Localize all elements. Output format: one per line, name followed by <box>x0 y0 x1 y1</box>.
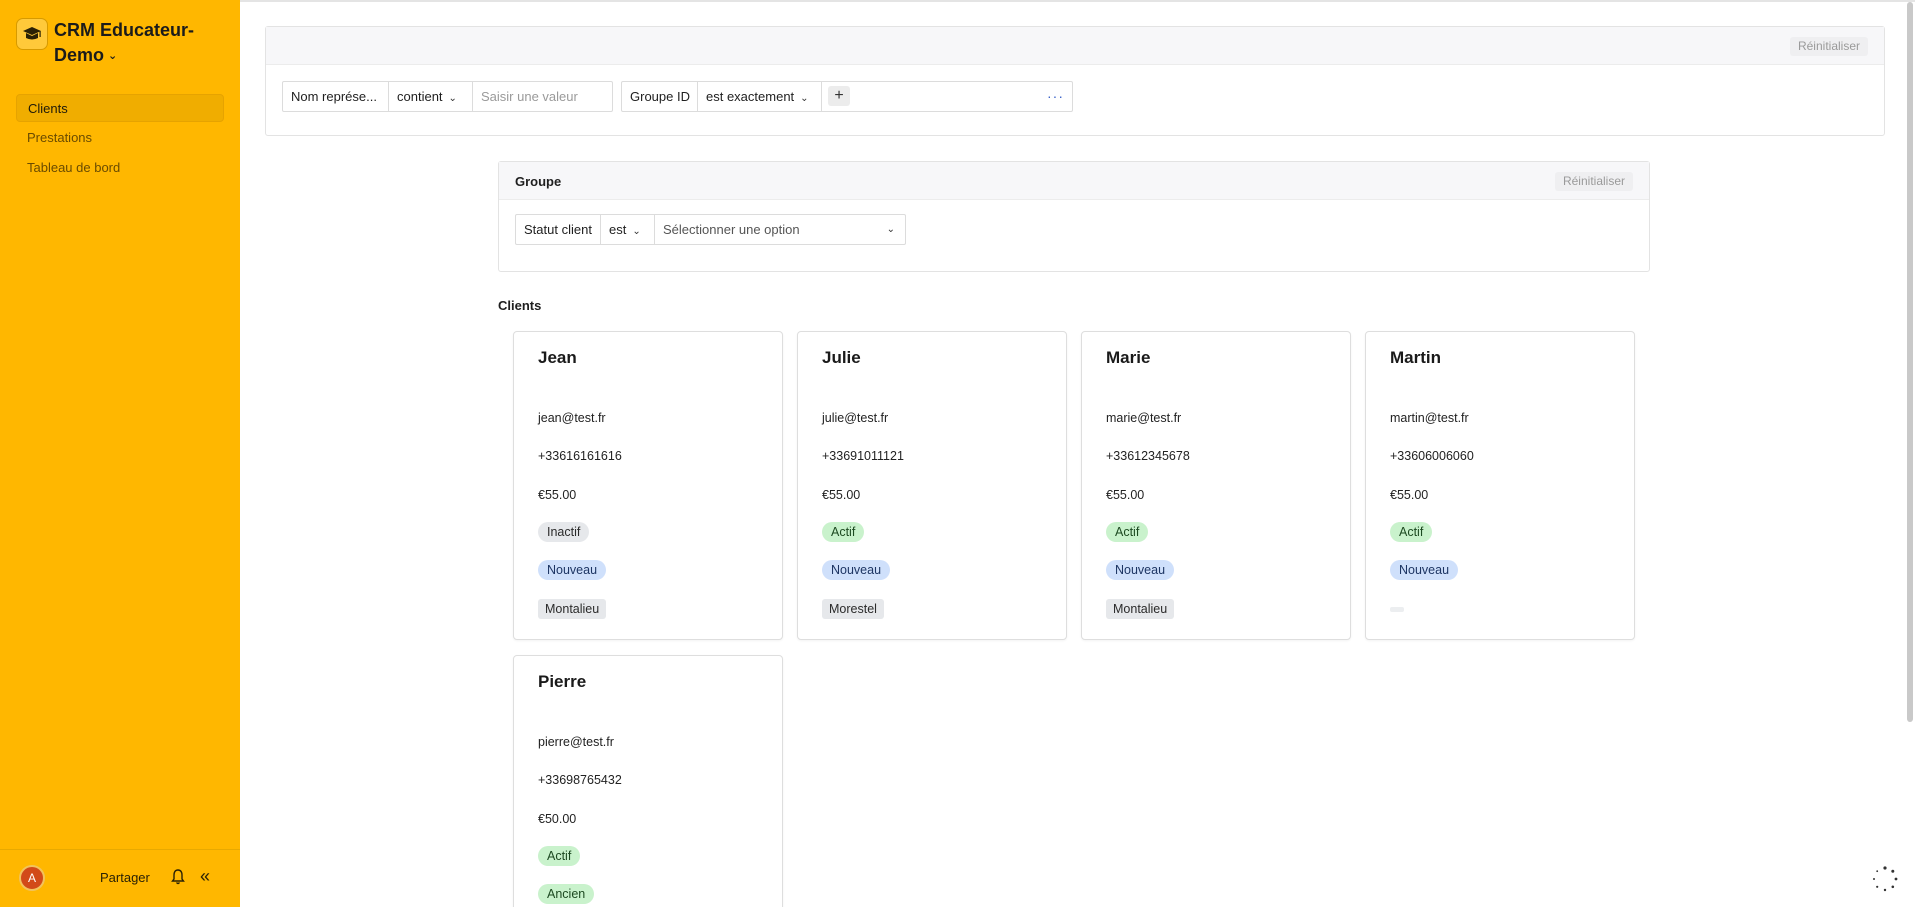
reset-button[interactable]: Réinitialiser <box>1554 172 1633 191</box>
type-badge: Nouveau <box>538 560 607 580</box>
client-price: €50.00 <box>538 812 577 826</box>
operator-label: est exactement <box>706 89 795 104</box>
city-tag-empty <box>1390 607 1404 612</box>
client-card[interactable]: Jean jean@test.fr +33616161616 €55.00 In… <box>513 331 783 640</box>
filter-status-group: Statut client est ⌄ Sélectionner une opti… <box>515 214 906 245</box>
client-card[interactable]: Pierre pierre@test.fr +33698765432 €50.0… <box>513 655 783 907</box>
chevron-down-icon: ⌄ <box>632 226 641 237</box>
sidebar-item-clients[interactable]: Clients <box>16 94 224 122</box>
client-name: Julie <box>822 348 861 367</box>
sidebar-item-tableau-de-bord[interactable]: Tableau de bord <box>16 154 224 182</box>
group-filter-header: Groupe Réinitialiser <box>499 162 1649 200</box>
client-card[interactable]: Martin martin@test.fr +33606006060 €55.0… <box>1365 331 1635 640</box>
chevron-down-icon[interactable]: ⌄ <box>108 50 117 62</box>
filter-field-status[interactable]: Statut client <box>516 215 601 244</box>
client-phone: +33606006060 <box>1390 449 1474 463</box>
status-badge: Actif <box>1106 522 1149 542</box>
filter-group-id-group: Groupe ID est exactement ⌄ + ··· <box>621 81 1073 112</box>
operator-label: contient <box>397 89 443 104</box>
operator-label: est <box>609 222 627 237</box>
group-filter-title: Groupe <box>515 174 562 189</box>
chevron-down-icon: ⌄ <box>800 93 809 104</box>
brand[interactable]: CRM Educateur-Demo ⌄ <box>16 18 204 69</box>
client-price: €55.00 <box>822 488 861 502</box>
group-filter-panel: Groupe Réinitialiser Statut client est ⌄ … <box>498 161 1650 272</box>
graduation-cap-icon <box>16 18 48 50</box>
top-border <box>240 0 1915 2</box>
type-badge: Nouveau <box>1106 560 1175 580</box>
filter-option-select[interactable]: Sélectionner une option ⌄ <box>655 215 905 244</box>
scrollbar[interactable] <box>1907 2 1913 722</box>
client-phone: +33691011121 <box>822 449 904 463</box>
client-name: Marie <box>1106 348 1151 367</box>
app-name-text: CRM Educateur-Demo <box>54 20 195 65</box>
client-card[interactable]: Marie marie@test.fr +33612345678 €55.00 … <box>1081 331 1351 640</box>
filter-value-input[interactable]: Saisir une valeur <box>473 82 612 111</box>
client-price: €55.00 <box>538 488 577 502</box>
client-name: Jean <box>538 348 577 367</box>
filter-field-name[interactable]: Nom représe... <box>283 82 389 111</box>
top-filter-header: Réinitialiser <box>266 27 1884 65</box>
client-email: julie@test.fr <box>822 411 889 425</box>
plus-icon[interactable]: + <box>828 86 850 106</box>
status-badge: Actif <box>822 522 865 542</box>
select-placeholder: Sélectionner une option <box>663 222 800 237</box>
reset-button[interactable]: Réinitialiser <box>1789 37 1868 56</box>
filter-name-group: Nom représe... contient ⌄ Saisir une vale… <box>282 81 613 112</box>
status-badge: Inactif <box>538 522 590 542</box>
client-card[interactable]: Julie julie@test.fr +33691011121 €55.00 … <box>797 331 1067 640</box>
city-tag: Montalieu <box>1106 599 1175 619</box>
filter-field-group-id[interactable]: Groupe ID <box>622 82 698 111</box>
sidebar-nav: Clients Prestations Tableau de bord <box>16 94 224 184</box>
client-email: jean@test.fr <box>538 411 606 425</box>
city-tag: Morestel <box>822 599 884 619</box>
chevron-down-icon: ⌄ <box>886 224 895 235</box>
status-badge: Actif <box>538 846 581 866</box>
client-phone: +33612345678 <box>1106 449 1190 463</box>
client-price: €55.00 <box>1106 488 1145 502</box>
double-chevron-left-icon[interactable]: « <box>200 866 210 887</box>
city-tag: Montalieu <box>538 599 607 619</box>
client-price: €55.00 <box>1390 488 1429 502</box>
spinner-icon <box>1873 866 1898 892</box>
top-filter-panel: Réinitialiser Nom représe... contient ⌄ S… <box>265 26 1885 136</box>
filter-operator-contains[interactable]: contient ⌄ <box>389 82 473 111</box>
chevron-down-icon: ⌄ <box>448 93 457 104</box>
ellipsis-icon[interactable]: ··· <box>1047 88 1064 104</box>
client-email: martin@test.fr <box>1390 411 1469 425</box>
client-name: Pierre <box>538 672 587 691</box>
filter-operator-exact[interactable]: est exactement ⌄ <box>698 82 822 111</box>
avatar[interactable]: A <box>19 865 45 891</box>
bell-icon[interactable] <box>170 868 186 886</box>
client-email: marie@test.fr <box>1106 411 1182 425</box>
filter-operator-est[interactable]: est ⌄ <box>601 215 655 244</box>
sidebar: CRM Educateur-Demo ⌄ Clients Prestations … <box>0 0 240 907</box>
sidebar-footer: A Partager « <box>0 849 240 907</box>
client-phone: +33698765432 <box>538 773 622 787</box>
app-name: CRM Educateur-Demo ⌄ <box>54 18 204 69</box>
sidebar-item-prestations[interactable]: Prestations <box>16 124 224 152</box>
type-badge: Nouveau <box>822 560 891 580</box>
share-button[interactable]: Partager <box>100 870 150 885</box>
section-title-clients: Clients <box>498 298 542 313</box>
status-badge: Actif <box>1390 522 1433 542</box>
client-email: pierre@test.fr <box>538 735 614 749</box>
client-name: Martin <box>1390 348 1441 367</box>
type-badge: Nouveau <box>1390 560 1459 580</box>
type-badge: Ancien <box>538 884 595 904</box>
client-phone: +33616161616 <box>538 449 622 463</box>
